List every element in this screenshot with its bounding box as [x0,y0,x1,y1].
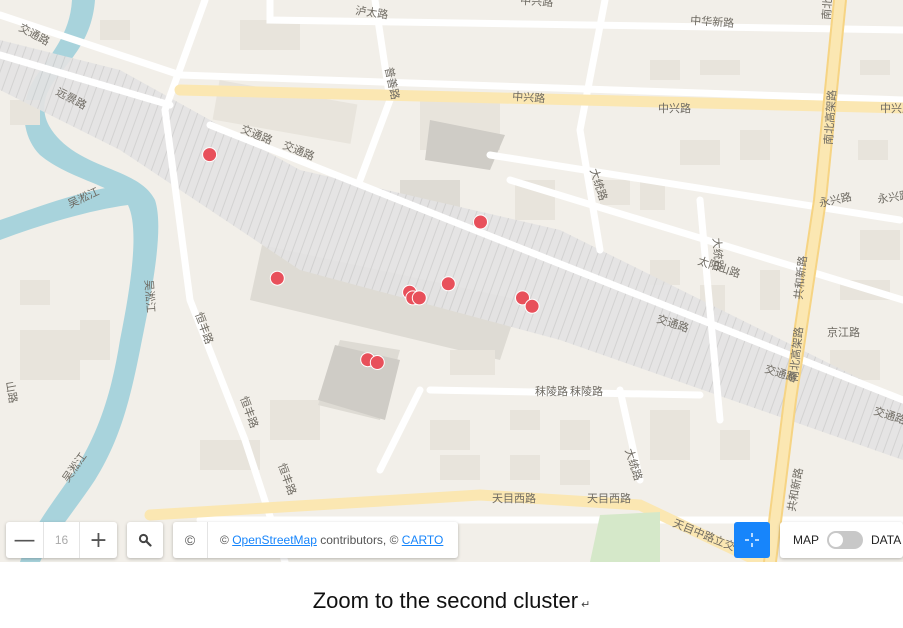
road-label: 中兴路 [512,90,546,105]
road-label: 天目西路 [492,492,536,505]
caption-text: Zoom to the second cluster [312,588,579,613]
road-label: 秣陵路 [570,384,603,398]
return-mark-icon: ↵ [581,599,591,611]
switch-knob [829,533,844,547]
attribution-prefix: © [220,533,233,547]
map-view[interactable]: 交通路泸太路中兴路中华新路远景路普善路中兴路中兴路中兴路交通路交通路大统路吴淞江… [0,0,903,562]
layers-button[interactable] [734,522,770,558]
carto-link[interactable]: CARTO [402,533,444,547]
road-label: 天目西路 [587,492,631,505]
attribution-toggle[interactable]: © [173,522,208,558]
map-toggle-label[interactable]: MAP [780,533,827,547]
attribution-middle: contributors, © [316,533,402,547]
location-marker[interactable] [524,298,540,314]
zoom-level-display: 16 [43,522,80,558]
search-icon [138,533,152,547]
location-marker[interactable] [473,214,488,230]
location-marker[interactable] [369,355,385,370]
basemap: 交通路泸太路中兴路中华新路远景路普善路中兴路中兴路中兴路交通路交通路大统路吴淞江… [0,0,903,562]
view-switch[interactable] [827,531,864,549]
road-label: 秣陵路 [535,384,568,398]
data-toggle-label[interactable]: DATA [863,533,901,547]
zoom-in-button[interactable]: + [80,522,117,558]
road-label: 京江路 [827,325,860,339]
zoom-control: — 16 + [6,522,117,558]
caption: Zoom to the second cluster ↵ [0,588,903,614]
attribution-bar: © © OpenStreetMap contributors, © CARTO [173,522,458,558]
road-label: 吴淞江 [142,279,157,313]
copyright-icon: © [184,532,196,548]
road-label: 中兴路 [658,102,691,115]
openstreetmap-link[interactable]: OpenStreetMap [232,533,317,547]
crosshair-icon [745,533,759,547]
zoom-out-button[interactable]: — [6,522,43,558]
road-label: 大统路 [710,237,726,271]
location-marker[interactable] [202,147,218,163]
location-marker[interactable] [269,270,285,286]
location-marker[interactable] [440,276,456,292]
road-label: 中兴路 [880,102,903,115]
map-data-toggle: MAP DATA [780,522,903,558]
search-button[interactable] [127,522,163,558]
location-marker[interactable] [411,290,427,306]
